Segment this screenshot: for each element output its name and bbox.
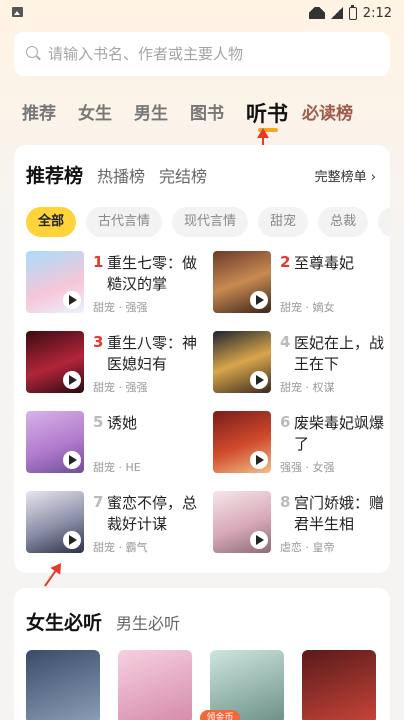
- book-cover[interactable]: [26, 251, 84, 313]
- book-meta: 甜宠 · 强强: [93, 301, 148, 314]
- play-icon[interactable]: [250, 451, 268, 469]
- book-cover[interactable]: [118, 650, 192, 720]
- book-meta: 甜宠 · 强强: [93, 381, 148, 394]
- play-icon[interactable]: [250, 371, 268, 389]
- book-rank: 7: [93, 493, 104, 511]
- book-cover[interactable]: [213, 251, 271, 313]
- book-item[interactable]: 6 废柴毒妃飒爆了 强强 · 女强: [213, 411, 395, 475]
- book-meta: 虐恋 · 皇帝: [280, 541, 335, 554]
- book-rank: 3: [93, 333, 104, 351]
- filter-chip[interactable]: 甜宠: [258, 207, 309, 237]
- book-title[interactable]: 废柴毒妃飒爆了: [294, 413, 388, 455]
- book-item[interactable]: 8 宫门娇娥：赠君半生相 虐恋 · 皇帝: [213, 491, 395, 555]
- book-rank: 5: [93, 413, 104, 431]
- book-title[interactable]: 至尊毒妃: [294, 253, 388, 274]
- book-meta: 甜宠 · 权谋: [280, 381, 335, 394]
- book-meta: 强强 · 女强: [280, 461, 335, 474]
- book-cover[interactable]: [302, 650, 376, 720]
- book-title[interactable]: 重生七零：做糙汉的掌: [107, 253, 201, 295]
- book-item[interactable]: 4 医妃在上，战王在下 甜宠 · 权谋: [213, 331, 395, 395]
- must-listen-tabs: 女生必听 男生必听: [26, 608, 194, 635]
- ranking-tabs: 推荐榜 热播榜 完结榜: [26, 161, 221, 188]
- book-item[interactable]: 7 蜜恋不停，总裁好计谋 甜宠 · 霸气: [26, 491, 208, 555]
- tab-recommend-rank[interactable]: 推荐榜: [26, 161, 83, 188]
- book-cover[interactable]: [26, 650, 100, 720]
- book-rank: 1: [93, 253, 104, 271]
- filter-chip[interactable]: 总裁: [318, 207, 369, 237]
- book-cover[interactable]: [213, 491, 271, 553]
- wifi-icon: [309, 7, 325, 19]
- genre-filters: 全部 古代言情 现代言情 甜宠 总裁 种田: [26, 207, 390, 237]
- tab-must-read[interactable]: 必读榜: [302, 102, 353, 126]
- book-cover[interactable]: [26, 411, 84, 473]
- book-cover[interactable]: [213, 331, 271, 393]
- book-item[interactable]: 3 重生八零：神医媳妇有 甜宠 · 强强: [26, 331, 208, 395]
- search-icon: [26, 46, 42, 62]
- book-cover[interactable]: [213, 411, 271, 473]
- play-icon[interactable]: [250, 291, 268, 309]
- book-cover[interactable]: [26, 491, 84, 553]
- book-title[interactable]: 宫门娇娥：赠君半生相: [294, 493, 388, 535]
- signal-icon: [330, 7, 343, 19]
- book-title[interactable]: 重生八零：神医媳妇有: [107, 333, 201, 375]
- category-tabs: 推荐 女生 男生 图书 听书 必读榜: [22, 90, 375, 132]
- book-meta: 甜宠 · 霸气: [93, 541, 148, 554]
- book-rank: 2: [280, 253, 291, 271]
- tab-male-must-listen[interactable]: 男生必听: [116, 610, 180, 634]
- must-listen-card: 女生必听 男生必听: [14, 588, 390, 720]
- tab-audiobooks[interactable]: 听书: [246, 102, 288, 132]
- book-title[interactable]: 蜜恋不停，总裁好计谋: [107, 493, 201, 535]
- gallery-icon: [12, 7, 23, 17]
- play-icon[interactable]: [63, 531, 81, 549]
- play-icon[interactable]: [63, 451, 81, 469]
- filter-chip[interactable]: 古代言情: [86, 207, 163, 237]
- play-icon[interactable]: [63, 371, 81, 389]
- tab-finished-rank[interactable]: 完结榜: [159, 163, 207, 187]
- battery-icon: [348, 4, 357, 20]
- tab-hot-rank[interactable]: 热播榜: [97, 163, 145, 187]
- book-rank: 4: [280, 333, 291, 351]
- book-meta: 甜宠 · HE: [93, 461, 141, 474]
- status-bar: 2:12: [0, 0, 404, 26]
- tab-female[interactable]: 女生: [78, 102, 112, 126]
- search-bar[interactable]: [14, 32, 390, 76]
- status-time: 2:12: [362, 5, 392, 21]
- full-list-link[interactable]: 完整榜单 ›: [315, 166, 376, 185]
- book-meta: 甜宠 · 嫡女: [280, 301, 335, 314]
- book-rank: 8: [280, 493, 291, 511]
- filter-chip[interactable]: 现代言情: [172, 207, 249, 237]
- book-title[interactable]: 诱她: [107, 413, 201, 434]
- book-title[interactable]: 医妃在上，战王在下: [294, 333, 388, 375]
- ranking-card: 推荐榜 热播榜 完结榜 完整榜单 › 全部 古代言情 现代言情 甜宠 总裁 种田…: [14, 145, 390, 573]
- tab-books[interactable]: 图书: [190, 102, 224, 126]
- tab-female-must-listen[interactable]: 女生必听: [26, 608, 102, 635]
- book-item[interactable]: 1 重生七零：做糙汉的掌 甜宠 · 强强: [26, 251, 208, 315]
- book-cover[interactable]: [26, 331, 84, 393]
- book-rank: 6: [280, 413, 291, 431]
- filter-chip[interactable]: 种田: [378, 207, 390, 237]
- play-icon[interactable]: [63, 291, 81, 309]
- coin-badge[interactable]: 领金币: [200, 710, 240, 720]
- search-input[interactable]: [48, 45, 368, 63]
- status-icons: 2:12: [309, 4, 392, 22]
- play-icon[interactable]: [250, 531, 268, 549]
- tab-recommend[interactable]: 推荐: [22, 102, 56, 126]
- tab-male[interactable]: 男生: [134, 102, 168, 126]
- filter-chip[interactable]: 全部: [26, 207, 77, 237]
- book-item[interactable]: 2 至尊毒妃 甜宠 · 嫡女: [213, 251, 395, 315]
- book-item[interactable]: 5 诱她 甜宠 · HE: [26, 411, 208, 475]
